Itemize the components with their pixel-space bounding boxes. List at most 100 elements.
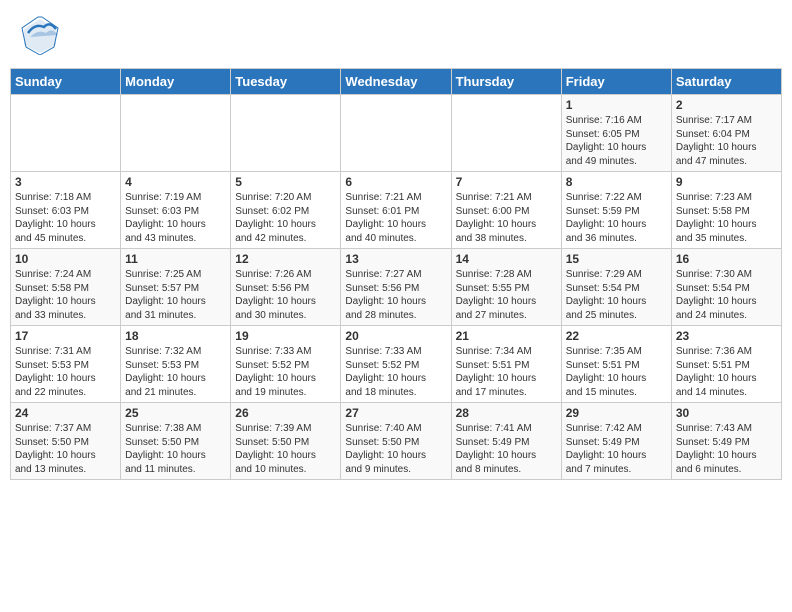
calendar-day-cell: 12 Sunrise: 7:26 AM Sunset: 5:56 PM Dayli… xyxy=(231,249,341,326)
calendar-week-row: 17Sunrise: 7:31 AM Sunset: 5:53 PM Dayli… xyxy=(11,326,782,403)
day-info: Sunrise: 7:31 AM Sunset: 5:53 PM Dayligh… xyxy=(15,345,116,399)
calendar-col-header: Thursday xyxy=(451,69,561,95)
day-number: 15 xyxy=(566,252,667,266)
day-info: Sunrise: 7:33 AM Sunset: 5:52 PM Dayligh… xyxy=(235,345,336,399)
day-number: 6 xyxy=(345,175,446,189)
day-info: Sunrise: 7:32 AM Sunset: 5:53 PM Dayligh… xyxy=(125,345,226,399)
day-info: Sunrise: 7:35 AM Sunset: 5:51 PM Dayligh… xyxy=(566,345,667,399)
calendar-day-cell xyxy=(121,95,231,172)
day-number: 1 xyxy=(566,98,667,112)
day-number: 12 xyxy=(235,252,336,266)
day-info: Sunrise: 7:37 AM Sunset: 5:50 PM Dayligh… xyxy=(15,422,116,476)
day-info: Sunrise: 7:23 AM Sunset: 5:58 PM Dayligh… xyxy=(676,191,777,245)
day-number: 16 xyxy=(676,252,777,266)
calendar-day-cell xyxy=(341,95,451,172)
calendar-day-cell xyxy=(11,95,121,172)
day-number: 3 xyxy=(15,175,116,189)
calendar-day-cell: 9Sunrise: 7:23 AM Sunset: 5:58 PM Daylig… xyxy=(671,172,781,249)
day-info: Sunrise: 7:19 AM Sunset: 6:03 PM Dayligh… xyxy=(125,191,226,245)
day-info: Sunrise: 7:26 AM Sunset: 5:56 PM Dayligh… xyxy=(235,268,336,322)
day-info: Sunrise: 7:38 AM Sunset: 5:50 PM Dayligh… xyxy=(125,422,226,476)
logo-icon xyxy=(20,15,60,55)
day-info: Sunrise: 7:18 AM Sunset: 6:03 PM Dayligh… xyxy=(15,191,116,245)
day-info: Sunrise: 7:43 AM Sunset: 5:49 PM Dayligh… xyxy=(676,422,777,476)
calendar-day-cell: 4 Sunrise: 7:19 AM Sunset: 6:03 PM Daylig… xyxy=(121,172,231,249)
calendar-day-cell xyxy=(451,95,561,172)
calendar-day-cell: 25 Sunrise: 7:38 AM Sunset: 5:50 PM Dayli… xyxy=(121,403,231,480)
calendar-week-row: 3 Sunrise: 7:18 AM Sunset: 6:03 PM Daylig… xyxy=(11,172,782,249)
calendar-day-cell: 8 Sunrise: 7:22 AM Sunset: 5:59 PM Daylig… xyxy=(561,172,671,249)
day-number: 27 xyxy=(345,406,446,420)
day-info: Sunrise: 7:36 AM Sunset: 5:51 PM Dayligh… xyxy=(676,345,777,399)
day-number: 23 xyxy=(676,329,777,343)
day-info: Sunrise: 7:41 AM Sunset: 5:49 PM Dayligh… xyxy=(456,422,557,476)
day-info: Sunrise: 7:25 AM Sunset: 5:57 PM Dayligh… xyxy=(125,268,226,322)
day-number: 20 xyxy=(345,329,446,343)
calendar-day-cell: 10 Sunrise: 7:24 AM Sunset: 5:58 PM Dayli… xyxy=(11,249,121,326)
calendar-week-row: 1 Sunrise: 7:16 AM Sunset: 6:05 PM Daylig… xyxy=(11,95,782,172)
calendar-day-cell: 2Sunrise: 7:17 AM Sunset: 6:04 PM Daylig… xyxy=(671,95,781,172)
day-number: 13 xyxy=(345,252,446,266)
calendar-day-cell: 5 Sunrise: 7:20 AM Sunset: 6:02 PM Daylig… xyxy=(231,172,341,249)
calendar-day-cell: 18 Sunrise: 7:32 AM Sunset: 5:53 PM Dayli… xyxy=(121,326,231,403)
calendar-day-cell: 29 Sunrise: 7:42 AM Sunset: 5:49 PM Dayli… xyxy=(561,403,671,480)
calendar-day-cell: 3 Sunrise: 7:18 AM Sunset: 6:03 PM Daylig… xyxy=(11,172,121,249)
page-header xyxy=(10,10,782,60)
calendar-col-header: Friday xyxy=(561,69,671,95)
calendar-day-cell: 30 Sunrise: 7:43 AM Sunset: 5:49 PM Dayli… xyxy=(671,403,781,480)
day-info: Sunrise: 7:28 AM Sunset: 5:55 PM Dayligh… xyxy=(456,268,557,322)
day-info: Sunrise: 7:30 AM Sunset: 5:54 PM Dayligh… xyxy=(676,268,777,322)
day-info: Sunrise: 7:21 AM Sunset: 6:01 PM Dayligh… xyxy=(345,191,446,245)
day-number: 14 xyxy=(456,252,557,266)
calendar-col-header: Sunday xyxy=(11,69,121,95)
day-number: 24 xyxy=(15,406,116,420)
calendar-day-cell: 23 Sunrise: 7:36 AM Sunset: 5:51 PM Dayli… xyxy=(671,326,781,403)
day-info: Sunrise: 7:16 AM Sunset: 6:05 PM Dayligh… xyxy=(566,114,667,168)
day-info: Sunrise: 7:27 AM Sunset: 5:56 PM Dayligh… xyxy=(345,268,446,322)
day-info: Sunrise: 7:24 AM Sunset: 5:58 PM Dayligh… xyxy=(15,268,116,322)
day-number: 26 xyxy=(235,406,336,420)
calendar-header-row: SundayMondayTuesdayWednesdayThursdayFrid… xyxy=(11,69,782,95)
day-info: Sunrise: 7:22 AM Sunset: 5:59 PM Dayligh… xyxy=(566,191,667,245)
calendar-day-cell: 27 Sunrise: 7:40 AM Sunset: 5:50 PM Dayli… xyxy=(341,403,451,480)
calendar-day-cell: 28Sunrise: 7:41 AM Sunset: 5:49 PM Dayli… xyxy=(451,403,561,480)
calendar-col-header: Tuesday xyxy=(231,69,341,95)
calendar-day-cell: 21 Sunrise: 7:34 AM Sunset: 5:51 PM Dayli… xyxy=(451,326,561,403)
day-number: 2 xyxy=(676,98,777,112)
calendar-day-cell: 17Sunrise: 7:31 AM Sunset: 5:53 PM Dayli… xyxy=(11,326,121,403)
day-number: 18 xyxy=(125,329,226,343)
day-info: Sunrise: 7:20 AM Sunset: 6:02 PM Dayligh… xyxy=(235,191,336,245)
calendar-day-cell: 26 Sunrise: 7:39 AM Sunset: 5:50 PM Dayli… xyxy=(231,403,341,480)
day-info: Sunrise: 7:21 AM Sunset: 6:00 PM Dayligh… xyxy=(456,191,557,245)
calendar-day-cell: 14 Sunrise: 7:28 AM Sunset: 5:55 PM Dayli… xyxy=(451,249,561,326)
calendar-day-cell: 19Sunrise: 7:33 AM Sunset: 5:52 PM Dayli… xyxy=(231,326,341,403)
calendar-day-cell: 15 Sunrise: 7:29 AM Sunset: 5:54 PM Dayli… xyxy=(561,249,671,326)
calendar-day-cell: 7 Sunrise: 7:21 AM Sunset: 6:00 PM Daylig… xyxy=(451,172,561,249)
calendar-col-header: Saturday xyxy=(671,69,781,95)
day-number: 10 xyxy=(15,252,116,266)
day-info: Sunrise: 7:29 AM Sunset: 5:54 PM Dayligh… xyxy=(566,268,667,322)
day-info: Sunrise: 7:40 AM Sunset: 5:50 PM Dayligh… xyxy=(345,422,446,476)
day-info: Sunrise: 7:34 AM Sunset: 5:51 PM Dayligh… xyxy=(456,345,557,399)
day-info: Sunrise: 7:39 AM Sunset: 5:50 PM Dayligh… xyxy=(235,422,336,476)
day-info: Sunrise: 7:33 AM Sunset: 5:52 PM Dayligh… xyxy=(345,345,446,399)
calendar-table: SundayMondayTuesdayWednesdayThursdayFrid… xyxy=(10,68,782,480)
calendar-week-row: 24 Sunrise: 7:37 AM Sunset: 5:50 PM Dayli… xyxy=(11,403,782,480)
day-number: 8 xyxy=(566,175,667,189)
day-number: 29 xyxy=(566,406,667,420)
day-number: 11 xyxy=(125,252,226,266)
calendar-col-header: Wednesday xyxy=(341,69,451,95)
day-number: 30 xyxy=(676,406,777,420)
day-number: 4 xyxy=(125,175,226,189)
day-number: 5 xyxy=(235,175,336,189)
calendar-week-row: 10 Sunrise: 7:24 AM Sunset: 5:58 PM Dayli… xyxy=(11,249,782,326)
calendar-day-cell: 22Sunrise: 7:35 AM Sunset: 5:51 PM Dayli… xyxy=(561,326,671,403)
logo xyxy=(20,15,66,55)
day-info: Sunrise: 7:42 AM Sunset: 5:49 PM Dayligh… xyxy=(566,422,667,476)
day-number: 7 xyxy=(456,175,557,189)
day-number: 25 xyxy=(125,406,226,420)
calendar-day-cell: 11 Sunrise: 7:25 AM Sunset: 5:57 PM Dayli… xyxy=(121,249,231,326)
calendar-col-header: Monday xyxy=(121,69,231,95)
calendar-day-cell: 24 Sunrise: 7:37 AM Sunset: 5:50 PM Dayli… xyxy=(11,403,121,480)
day-number: 21 xyxy=(456,329,557,343)
